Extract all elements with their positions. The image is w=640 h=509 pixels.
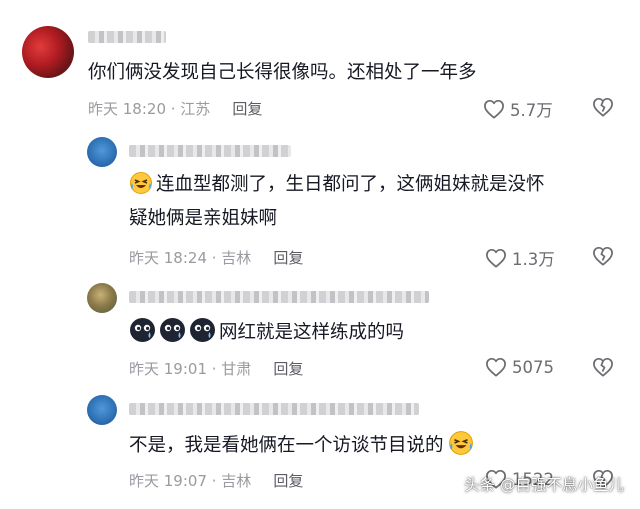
like-button[interactable]: 5075: [485, 357, 554, 377]
comment-meta: 昨天 19:01 · 甘肃 回复: [129, 358, 303, 379]
comment-meta: 昨天 18:24 · 吉林 回复: [129, 247, 303, 268]
reply-button[interactable]: 回复: [232, 100, 262, 118]
comment-text: 不是，我是看她俩在一个访谈节目说的: [129, 430, 477, 460]
avatar[interactable]: [87, 137, 117, 167]
avatar[interactable]: [87, 283, 117, 313]
laughing-crying-emoji-icon: [448, 431, 473, 455]
avatar[interactable]: [87, 395, 117, 425]
comment-meta: 昨天 19:07 · 吉林 回复: [129, 470, 303, 491]
broken-heart-icon[interactable]: [592, 97, 614, 117]
comment-text-line-1: 连血型都测了，生日都问了，这俩姐妹就是没怀: [156, 174, 545, 195]
comment-text: 你们俩没发现自己长得很像吗。还相处了一年多: [88, 62, 477, 83]
like-count: 5075: [512, 357, 554, 377]
broken-heart-icon[interactable]: [592, 246, 614, 266]
reply-button[interactable]: 回复: [273, 249, 303, 267]
heart-outline-icon: [486, 248, 506, 268]
comment-time-location: 昨天 19:07 · 吉林: [129, 472, 252, 490]
username[interactable]: [129, 403, 419, 415]
username[interactable]: [129, 145, 291, 157]
like-button[interactable]: 1.3万: [485, 246, 555, 270]
comment-time-location: 昨天 19:01 · 甘肃: [129, 360, 252, 378]
like-count: 5.7万: [510, 101, 553, 120]
comment-time-location: 昨天 18:20 · 江苏: [88, 100, 211, 118]
watermark: 头条 @自强不息小鱼儿: [464, 476, 624, 494]
comment-text: 连血型都测了，生日都问了，这俩姐妹就是没怀: [129, 170, 545, 199]
reply-button[interactable]: 回复: [273, 472, 303, 490]
username[interactable]: [88, 31, 166, 43]
like-count: 1.3万: [512, 250, 555, 269]
comment-text-body: 不是，我是看她俩在一个访谈节目说的: [129, 435, 444, 456]
like-button[interactable]: 5.7万: [483, 97, 553, 121]
username[interactable]: [129, 291, 429, 303]
comment-text-body: 网红就是这样练成的吗: [219, 322, 405, 343]
comment-meta: 昨天 18:20 · 江苏 回复: [88, 98, 262, 119]
black-blob-emoji-icon: [190, 318, 215, 342]
black-blob-emoji-icon: [160, 318, 185, 342]
comment-text-line-2: 疑她俩是亲姐妹啊: [129, 208, 278, 229]
reply-button[interactable]: 回复: [273, 360, 303, 378]
broken-heart-icon[interactable]: [592, 357, 614, 377]
heart-outline-icon: [484, 99, 504, 119]
heart-outline-icon: [486, 357, 506, 377]
comment-text: 网红就是这样练成的吗: [129, 317, 404, 347]
laughing-crying-emoji-icon: [130, 172, 152, 194]
avatar[interactable]: [22, 26, 74, 78]
comment-time-location: 昨天 18:24 · 吉林: [129, 249, 252, 267]
black-blob-emoji-icon: [130, 318, 155, 342]
